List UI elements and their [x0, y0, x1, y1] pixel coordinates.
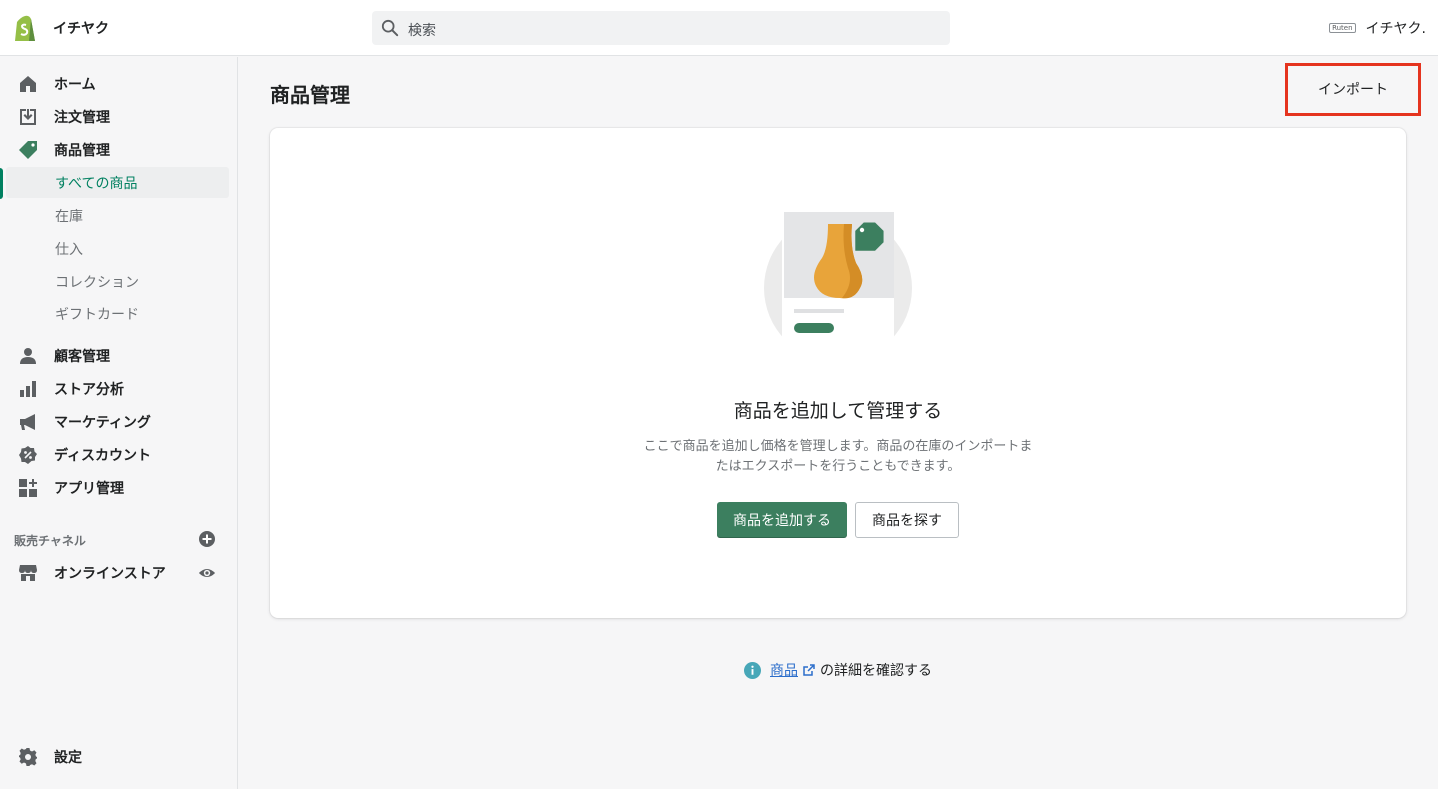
shopify-logo-icon[interactable] [12, 14, 38, 42]
top-bar: イチヤク 検索 Ruten イチヤク. [0, 0, 1438, 56]
sidebar-item-analytics[interactable]: ストア分析 [0, 372, 237, 405]
sidebar-item-label: オンラインストア [54, 565, 166, 582]
sidebar-subitem-label: ギフトカード [55, 306, 139, 323]
sidebar-item-label: 顧客管理 [54, 348, 110, 365]
sidebar-item-settings[interactable]: 設定 [0, 740, 237, 773]
empty-state-heading: 商品を追加して管理する [733, 400, 943, 422]
sidebar-item-label: ホーム [54, 76, 96, 93]
search-icon [381, 19, 399, 37]
sidebar-item-label: ストア分析 [54, 381, 124, 398]
store-name[interactable]: イチヤク [53, 18, 109, 38]
eye-icon[interactable] [198, 564, 216, 582]
empty-state-card: 商品を追加して管理する ここで商品を追加し価格を管理します。商品の在庫のインポー… [270, 128, 1406, 618]
sales-channels-heading: 販売チャネル [14, 534, 86, 548]
home-icon [20, 75, 36, 92]
page-title: 商品管理 [270, 83, 350, 107]
product-illustration [764, 210, 912, 368]
megaphone-icon [20, 413, 35, 430]
sidebar-subitem-label: 仕入 [55, 241, 83, 258]
search-bar[interactable]: 検索 [372, 11, 950, 45]
sidebar-subitem-collections[interactable]: コレクション [0, 266, 237, 297]
tag-icon [19, 140, 37, 159]
sidebar-subitem-label: すべての商品 [55, 175, 138, 192]
sidebar-subitem-all-products[interactable]: すべての商品 [6, 167, 229, 198]
discount-icon [19, 445, 37, 464]
empty-state-description: ここで商品を追加し価格を管理します。商品の在庫のインポートまたはエクスポートを行… [643, 439, 1033, 474]
sidebar-subitem-purchase[interactable]: 仕入 [0, 233, 237, 264]
sidebar-item-home[interactable]: ホーム [0, 67, 237, 100]
help-text: の詳細を確認する [820, 663, 932, 679]
find-products-button[interactable]: 商品を探す [855, 502, 959, 538]
sidebar-item-label: アプリ管理 [54, 480, 124, 497]
customer-icon [20, 347, 36, 364]
store-avatar: Ruten [1329, 23, 1356, 33]
import-button[interactable]: インポート [1291, 68, 1415, 110]
search-placeholder: 検索 [408, 23, 436, 39]
sidebar-item-label: ディスカウント [54, 447, 152, 464]
active-indicator [0, 168, 3, 199]
sidebar-item-label: マーケティング [54, 414, 151, 431]
add-product-button[interactable]: 商品を追加する [717, 502, 847, 538]
sidebar-subitem-label: 在庫 [55, 208, 83, 225]
sidebar-item-apps[interactable]: アプリ管理 [0, 471, 237, 504]
sidebar-item-label: 商品管理 [54, 142, 110, 159]
store-icon [19, 564, 37, 581]
info-icon [744, 661, 761, 679]
sidebar-item-orders[interactable]: 注文管理 [0, 100, 237, 133]
account-menu[interactable]: Ruten イチヤク. [1329, 18, 1426, 38]
account-name: イチヤク. [1365, 21, 1426, 37]
sidebar-item-discounts[interactable]: ディスカウント [0, 438, 237, 471]
sidebar: ホーム 注文管理 商品管理 すべての商品 在庫 仕入 コレクション ギフトカード… [0, 57, 238, 789]
sidebar-item-marketing[interactable]: マーケティング [0, 405, 237, 438]
analytics-icon [20, 380, 36, 397]
sidebar-subitem-gift-cards[interactable]: ギフトカード [0, 298, 237, 329]
apps-icon [19, 478, 37, 497]
sidebar-subitem-inventory[interactable]: 在庫 [0, 200, 237, 231]
sidebar-item-customers[interactable]: 顧客管理 [0, 339, 237, 372]
sidebar-item-products[interactable]: 商品管理 [0, 133, 237, 166]
sidebar-item-label: 注文管理 [54, 109, 110, 126]
add-channel-icon[interactable] [199, 531, 215, 547]
sidebar-subitem-label: コレクション [55, 274, 139, 291]
sidebar-item-label: 設定 [54, 749, 82, 766]
external-link-icon [803, 664, 815, 676]
help-link-products[interactable]: 商品 [770, 660, 798, 680]
orders-icon [20, 108, 36, 125]
help-footer: 商品 の詳細を確認する [744, 660, 932, 680]
gear-icon [19, 747, 37, 766]
